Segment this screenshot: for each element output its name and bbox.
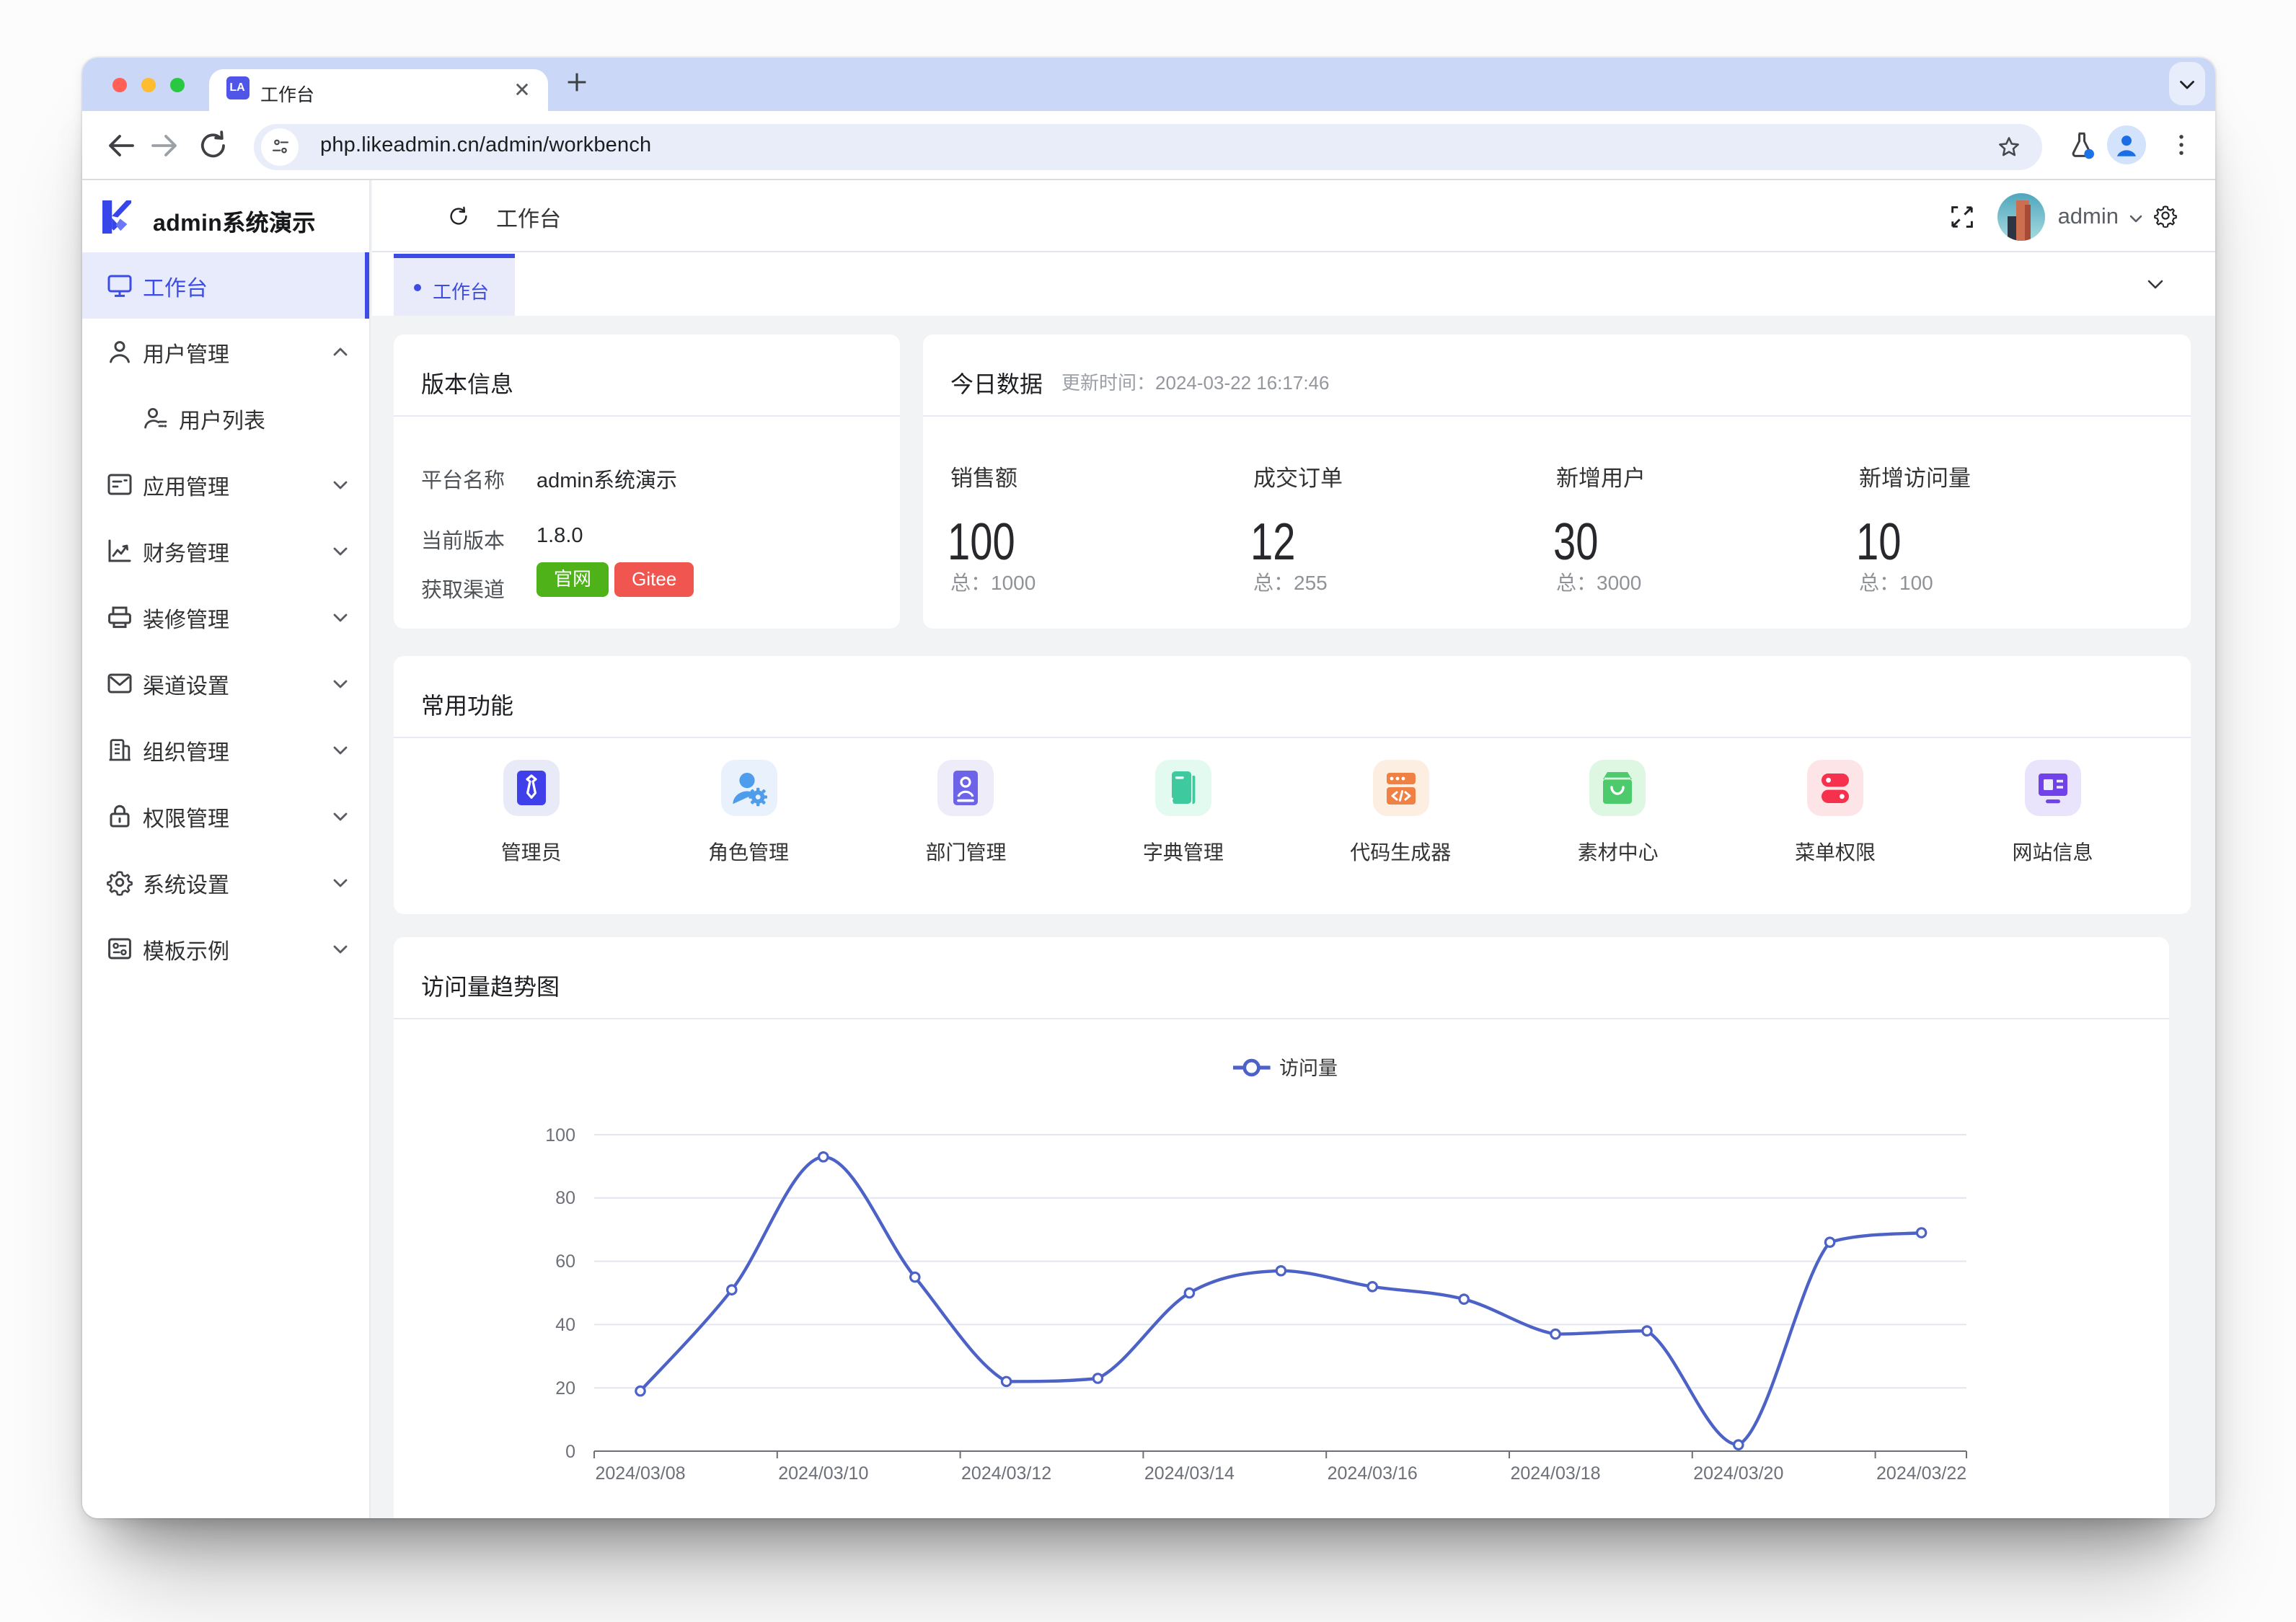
svg-text:2024/03/18: 2024/03/18 [1510, 1463, 1600, 1484]
svg-text:20: 20 [555, 1378, 575, 1399]
svg-text:2024/03/10: 2024/03/10 [778, 1463, 868, 1484]
svg-text:0: 0 [565, 1442, 575, 1462]
svg-text:2024/03/08: 2024/03/08 [595, 1463, 685, 1484]
svg-text:2024/03/20: 2024/03/20 [1693, 1463, 1783, 1484]
svg-text:访问量: 访问量 [1279, 1058, 1338, 1079]
svg-text:80: 80 [555, 1188, 575, 1208]
svg-text:40: 40 [555, 1315, 575, 1335]
svg-text:60: 60 [555, 1251, 575, 1272]
svg-text:2024/03/14: 2024/03/14 [1144, 1463, 1235, 1484]
svg-text:2024/03/12: 2024/03/12 [961, 1463, 1051, 1484]
svg-text:100: 100 [545, 1125, 575, 1145]
svg-text:2024/03/16: 2024/03/16 [1328, 1463, 1418, 1484]
svg-text:2024/03/22: 2024/03/22 [1876, 1463, 1966, 1484]
